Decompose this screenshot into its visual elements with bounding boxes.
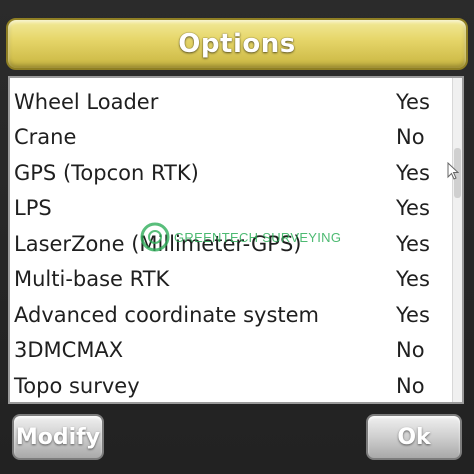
- list-item[interactable]: LaserZone (Millimeter-GPS) Yes: [10, 226, 456, 262]
- option-value: No: [396, 125, 425, 150]
- option-value: No: [396, 373, 425, 398]
- page-title: Options: [178, 29, 296, 59]
- option-name: Multi-base RTK: [14, 267, 170, 292]
- list-item[interactable]: Multi-base RTK Yes: [10, 262, 456, 298]
- list-item[interactable]: Topo survey No: [10, 368, 456, 402]
- title-bar: Options: [6, 18, 468, 70]
- list-item[interactable]: GPS (Topcon RTK) Yes: [10, 155, 456, 191]
- option-name: LaserZone (Millimeter-GPS): [14, 231, 302, 256]
- option-name: Wheel Loader: [14, 89, 159, 114]
- list-item[interactable]: 3DMCMAX No: [10, 333, 456, 369]
- option-name: Advanced coordinate system: [14, 302, 320, 327]
- options-screen: Options Wheel Loader Yes Crane No GPS (T…: [0, 0, 474, 474]
- list-item[interactable]: Crane No: [10, 120, 456, 156]
- option-name: GPS (Topcon RTK): [14, 160, 199, 185]
- cursor-arrow-icon: [447, 162, 459, 180]
- option-name: Crane: [14, 125, 77, 150]
- option-value: No: [396, 338, 425, 363]
- option-value: Yes: [396, 302, 430, 327]
- option-name: Topo survey: [14, 373, 140, 398]
- option-name: 3DMCMAX: [14, 338, 124, 363]
- option-value: Yes: [396, 160, 430, 185]
- list-item[interactable]: Advanced coordinate system Yes: [10, 297, 456, 333]
- option-value: Yes: [396, 89, 430, 114]
- option-value: Yes: [396, 231, 430, 256]
- option-value: Yes: [396, 196, 430, 221]
- scrollbar[interactable]: [452, 78, 462, 402]
- list-item[interactable]: LPS Yes: [10, 191, 456, 227]
- modify-button[interactable]: Modify: [12, 414, 104, 460]
- option-value: Yes: [396, 267, 430, 292]
- option-name: LPS: [14, 196, 52, 221]
- options-list[interactable]: Wheel Loader Yes Crane No GPS (Topcon RT…: [8, 76, 464, 404]
- ok-button[interactable]: Ok: [366, 414, 462, 460]
- list-item[interactable]: Wheel Loader Yes: [10, 84, 456, 120]
